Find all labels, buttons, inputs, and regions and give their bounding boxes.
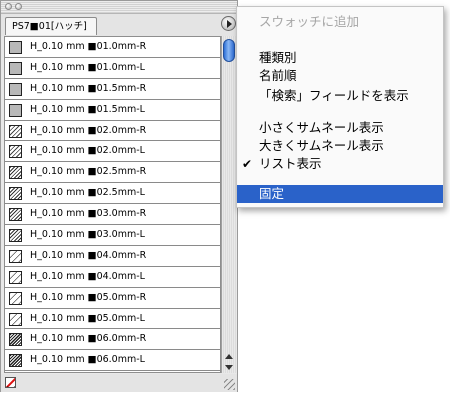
swatch-name: H_0.10 mm ■06.0mm-R <box>30 333 147 345</box>
swatch-name: H_0.10 mm ■02.0mm-L <box>30 145 145 157</box>
palette-tabstrip: PS7■01[ハッチ] <box>1 14 237 36</box>
swatch-name: H_0.10 mm ■02.0mm-R <box>30 124 147 136</box>
swatch-list-item[interactable]: H_0.10 mm ■04.0mm-L <box>5 266 220 288</box>
menu-item[interactable]: 小さくサムネール表示 <box>237 119 443 137</box>
close-button[interactable] <box>5 3 12 10</box>
swatch-pattern-icon <box>9 229 22 243</box>
palette-menu-arrow-icon[interactable] <box>221 16 236 31</box>
scroll-down-arrow-icon[interactable] <box>225 365 233 370</box>
swatch-pattern-icon <box>9 41 22 54</box>
menu-item-label: 小さくサムネール表示 <box>259 120 384 135</box>
swatch-name: H_0.10 mm ■03.0mm-L <box>30 229 145 241</box>
menu-item[interactable]: 種類別 <box>237 49 443 67</box>
menu-item[interactable]: 大きくサムネール表示 <box>237 137 443 155</box>
swatch-list-item[interactable]: H_0.10 mm ■02.0mm-R <box>5 120 220 142</box>
menu-item[interactable]: 「検索」フィールドを表示 <box>237 87 443 105</box>
collapse-button[interactable] <box>15 3 22 10</box>
swatch-pattern-icon <box>9 103 22 117</box>
swatch-name: H_0.10 mm ■04.0mm-L <box>30 270 145 282</box>
swatch-list-item[interactable]: H_0.10 mm ■05.0mm-R <box>5 287 220 309</box>
swatch-list-item[interactable]: H_0.10 mm ■01.0mm-L <box>5 57 220 79</box>
swatch-list-item[interactable]: H_0.10 mm ■01.0mm-R <box>5 37 220 58</box>
swatch-list-item[interactable]: H_0.10 mm ■07.0mm-R <box>5 371 220 372</box>
checkmark-icon: ✔ <box>242 157 253 171</box>
swatch-list-item[interactable]: H_0.10 mm ■06.0mm-R <box>5 329 220 351</box>
swatch-list-item[interactable]: H_0.10 mm ■03.0mm-L <box>5 225 220 246</box>
none-swatch-icon[interactable] <box>5 377 16 388</box>
swatch-list-item[interactable]: H_0.10 mm ■02.0mm-L <box>5 141 220 163</box>
swatch-pattern-icon <box>9 124 22 138</box>
swatch-pattern-icon <box>9 166 22 180</box>
swatch-list-item[interactable]: H_0.10 mm ■02.5mm-R <box>5 162 220 184</box>
swatch-list-item[interactable]: H_0.10 mm ■01.5mm-L <box>5 99 220 121</box>
menu-item-label: リスト表示 <box>259 156 322 171</box>
menu-item[interactable]: 名前順 <box>237 67 443 85</box>
swatch-name: H_0.10 mm ■01.0mm-R <box>30 41 147 52</box>
scroll-up-arrow-icon[interactable] <box>225 354 233 359</box>
vertical-scrollbar[interactable] <box>221 36 236 373</box>
swatches-palette: PS7■01[ハッチ] H_0.10 mm ■01.0mm-R H_0.10 mm… <box>0 0 238 392</box>
swatch-pattern-icon <box>9 187 22 201</box>
palette-titlebar[interactable] <box>1 1 237 14</box>
swatch-pattern-icon <box>9 291 22 305</box>
swatch-name: H_0.10 mm ■05.0mm-R <box>30 291 147 303</box>
swatch-list: H_0.10 mm ■01.0mm-R H_0.10 mm ■01.0mm-L H_… <box>4 36 221 373</box>
tab-swatch-library[interactable]: PS7■01[ハッチ] <box>5 17 97 35</box>
resize-grip-icon[interactable] <box>224 379 235 390</box>
menu-item-label: スウォッチに追加 <box>259 14 360 29</box>
palette-bottom-bar <box>1 374 237 392</box>
swatch-name: H_0.10 mm ■06.0mm-L <box>30 354 145 366</box>
swatch-list-item[interactable]: H_0.10 mm ■05.0mm-L <box>5 308 220 330</box>
swatch-name: H_0.10 mm ■01.0mm-L <box>30 61 145 73</box>
menu-item-label: 種類別 <box>259 50 297 65</box>
swatch-pattern-icon <box>9 270 22 284</box>
swatch-name: H_0.10 mm ■02.5mm-R <box>30 166 147 178</box>
swatch-pattern-icon <box>9 82 22 96</box>
swatch-list-item[interactable]: H_0.10 mm ■02.5mm-L <box>5 183 220 205</box>
swatch-pattern-icon <box>9 208 22 222</box>
swatch-name: H_0.10 mm ■01.5mm-L <box>30 103 145 115</box>
menu-item[interactable]: ✔ リスト表示 <box>237 155 443 173</box>
swatch-name: H_0.10 mm ■05.0mm-L <box>30 312 145 324</box>
swatch-list-item[interactable]: H_0.10 mm ■01.5mm-R <box>5 78 220 100</box>
swatch-list-item[interactable]: H_0.10 mm ■03.0mm-R <box>5 204 220 226</box>
menu-item[interactable]: 固定 <box>237 185 443 203</box>
swatch-pattern-icon <box>9 312 22 326</box>
menu-item-label: 名前順 <box>259 68 297 83</box>
menu-item: スウォッチに追加 <box>237 13 443 31</box>
swatch-pattern-icon <box>9 333 22 347</box>
palette-popup-menu: スウォッチに追加 種類別名前順「検索」フィールドを表示 小さくサムネール表示 大きくサ… <box>236 6 444 208</box>
menu-item-label: 固定 <box>259 186 285 201</box>
swatch-name: H_0.10 mm ■04.0mm-R <box>30 249 147 261</box>
swatch-pattern-icon <box>9 354 22 368</box>
swatch-name: H_0.10 mm ■02.5mm-L <box>30 187 145 199</box>
menu-item-label: 「検索」フィールドを表示 <box>259 88 409 103</box>
scroll-thumb[interactable] <box>223 39 235 62</box>
swatch-pattern-icon <box>9 145 22 159</box>
swatch-name: H_0.10 mm ■07.0mm-R <box>30 371 146 372</box>
swatch-pattern-icon <box>9 61 22 75</box>
swatch-list-item[interactable]: H_0.10 mm ■06.0mm-L <box>5 350 220 372</box>
swatch-list-item[interactable]: H_0.10 mm ■04.0mm-R <box>5 245 220 267</box>
swatch-pattern-icon <box>9 249 22 263</box>
menu-item-label: 大きくサムネール表示 <box>259 138 384 153</box>
swatch-name: H_0.10 mm ■03.0mm-R <box>30 208 147 220</box>
swatch-name: H_0.10 mm ■01.5mm-R <box>30 82 147 94</box>
